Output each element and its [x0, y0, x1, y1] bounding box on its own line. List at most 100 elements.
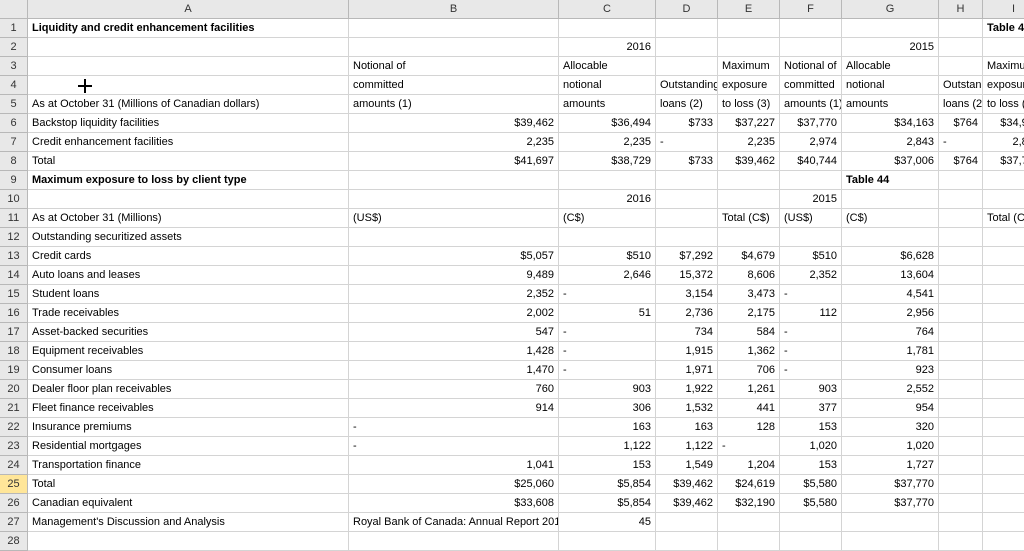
cell[interactable]: 2,843: [842, 133, 939, 152]
cell[interactable]: -: [780, 361, 842, 380]
cell[interactable]: 1,532: [656, 399, 718, 418]
cell[interactable]: [28, 532, 349, 551]
cell[interactable]: $5,854: [559, 475, 656, 494]
cell[interactable]: 3,154: [656, 285, 718, 304]
row-header[interactable]: 2: [0, 38, 28, 57]
cell[interactable]: 2,235: [559, 133, 656, 152]
cell[interactable]: amounts (1): [780, 95, 842, 114]
column-header[interactable]: F: [780, 0, 842, 19]
cell[interactable]: 2,843: [983, 133, 1024, 152]
cell[interactable]: 923: [842, 361, 939, 380]
cell[interactable]: Maximum: [983, 57, 1024, 76]
cell[interactable]: Residential mortgages: [28, 437, 349, 456]
cell[interactable]: 2016: [559, 190, 656, 209]
cell[interactable]: Credit cards: [28, 247, 349, 266]
cell[interactable]: -: [559, 361, 656, 380]
cell[interactable]: 1,922: [656, 380, 718, 399]
cell[interactable]: 706: [718, 361, 780, 380]
cell[interactable]: committed: [780, 76, 842, 95]
cell[interactable]: 2,736: [656, 304, 718, 323]
cell[interactable]: 153: [780, 456, 842, 475]
cell[interactable]: 2,552: [842, 380, 939, 399]
cell[interactable]: 1,781: [842, 342, 939, 361]
cell[interactable]: Total (C$): [718, 209, 780, 228]
cell[interactable]: 2,352: [780, 266, 842, 285]
cell[interactable]: loans (2): [939, 95, 983, 114]
cell[interactable]: 1,020: [780, 437, 842, 456]
cell[interactable]: [349, 532, 559, 551]
cell[interactable]: Consumer loans: [28, 361, 349, 380]
cell[interactable]: [983, 304, 1024, 323]
cell[interactable]: 2,646: [559, 266, 656, 285]
cell[interactable]: 4,541: [842, 285, 939, 304]
cell[interactable]: 1,727: [842, 456, 939, 475]
cell[interactable]: [939, 304, 983, 323]
cell[interactable]: (C$): [559, 209, 656, 228]
cell[interactable]: 13,604: [842, 266, 939, 285]
cell[interactable]: 903: [780, 380, 842, 399]
cell[interactable]: [656, 209, 718, 228]
cell[interactable]: [939, 171, 983, 190]
cell[interactable]: [559, 532, 656, 551]
row-header[interactable]: 7: [0, 133, 28, 152]
cell[interactable]: loans (2): [656, 95, 718, 114]
row-header[interactable]: 13: [0, 247, 28, 266]
spreadsheet-grid[interactable]: ABCDEFGHI1Liquidity and credit enhanceme…: [0, 0, 1024, 551]
cell[interactable]: $39,462: [349, 114, 559, 133]
cell[interactable]: $39,462: [656, 475, 718, 494]
cell[interactable]: [939, 190, 983, 209]
cell[interactable]: Notional of: [349, 57, 559, 76]
cell[interactable]: [349, 19, 559, 38]
cell[interactable]: 584: [718, 323, 780, 342]
cell[interactable]: Transportation finance: [28, 456, 349, 475]
cell[interactable]: $7,292: [656, 247, 718, 266]
cell[interactable]: Liquidity and credit enhancement facilit…: [28, 19, 349, 38]
cell[interactable]: [983, 475, 1024, 494]
cell[interactable]: 1,122: [656, 437, 718, 456]
cell[interactable]: 306: [559, 399, 656, 418]
cell[interactable]: $34,927: [983, 114, 1024, 133]
cell[interactable]: [939, 266, 983, 285]
cell[interactable]: Royal Bank of Canada: Annual Report 2016: [349, 513, 559, 532]
cell[interactable]: $37,770: [842, 494, 939, 513]
cell[interactable]: [983, 285, 1024, 304]
cell[interactable]: [983, 494, 1024, 513]
cell[interactable]: [780, 228, 842, 247]
cell[interactable]: -: [559, 285, 656, 304]
row-header[interactable]: 19: [0, 361, 28, 380]
cell[interactable]: [656, 532, 718, 551]
cell[interactable]: 2,956: [842, 304, 939, 323]
row-header[interactable]: 9: [0, 171, 28, 190]
cell[interactable]: $5,854: [559, 494, 656, 513]
cell[interactable]: Total: [28, 152, 349, 171]
cell[interactable]: [780, 171, 842, 190]
cell[interactable]: [349, 228, 559, 247]
cell[interactable]: $37,770: [983, 152, 1024, 171]
cell[interactable]: [349, 38, 559, 57]
cell[interactable]: $24,619: [718, 475, 780, 494]
cell[interactable]: Table 43: [983, 19, 1024, 38]
cell[interactable]: [983, 266, 1024, 285]
cell[interactable]: [656, 190, 718, 209]
row-header[interactable]: 15: [0, 285, 28, 304]
cell[interactable]: $5,580: [780, 475, 842, 494]
cell[interactable]: $32,190: [718, 494, 780, 513]
column-header[interactable]: B: [349, 0, 559, 19]
cell[interactable]: [983, 323, 1024, 342]
cell[interactable]: 128: [718, 418, 780, 437]
cell[interactable]: Maximum exposure to loss by client type: [28, 171, 349, 190]
row-header[interactable]: 4: [0, 76, 28, 95]
column-header[interactable]: H: [939, 0, 983, 19]
cell[interactable]: [939, 19, 983, 38]
cell[interactable]: Notional of: [780, 57, 842, 76]
cell[interactable]: [718, 228, 780, 247]
cell[interactable]: 764: [842, 323, 939, 342]
cell[interactable]: 163: [559, 418, 656, 437]
row-header[interactable]: 10: [0, 190, 28, 209]
cell[interactable]: [780, 532, 842, 551]
cell[interactable]: [939, 475, 983, 494]
cell[interactable]: [939, 361, 983, 380]
row-header[interactable]: 17: [0, 323, 28, 342]
cell[interactable]: to loss (3): [983, 95, 1024, 114]
cell[interactable]: [983, 247, 1024, 266]
